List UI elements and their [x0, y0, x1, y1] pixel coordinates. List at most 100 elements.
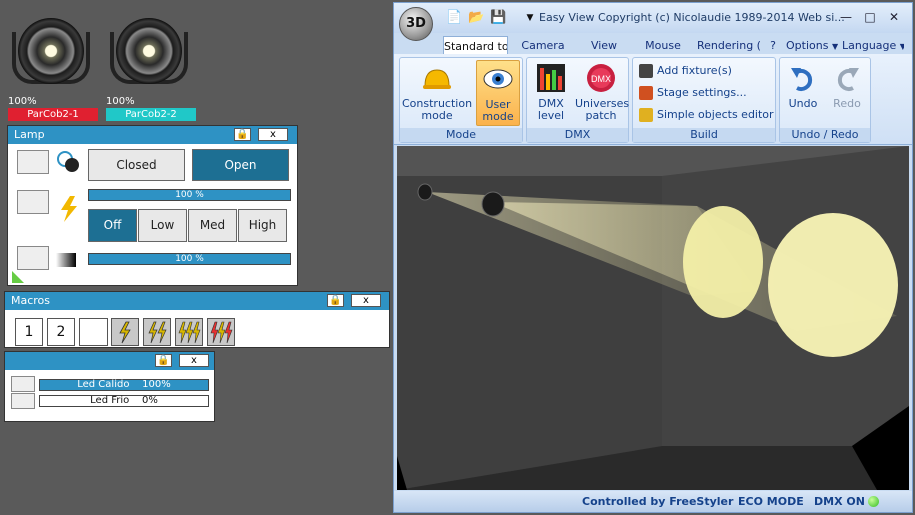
chevron-down-icon: ▼: [899, 42, 904, 51]
lock-icon[interactable]: 🔒: [327, 294, 344, 307]
dimmer-gradient-icon: [56, 253, 76, 267]
macros-panel-titlebar: Macros 🔒 x: [5, 292, 389, 310]
ribbon-tabs: Standard to Camera View Mouse Rendering …: [394, 33, 912, 55]
lightning-red-icon: [210, 321, 233, 344]
level-high-button[interactable]: High: [238, 209, 287, 242]
redo-button[interactable]: Redo: [826, 60, 868, 126]
minimize-icon[interactable]: —: [836, 8, 856, 26]
strobe-select-button[interactable]: [17, 190, 49, 214]
close-button[interactable]: x: [258, 128, 288, 141]
led-panel-titlebar: 🔒 x: [5, 352, 214, 370]
led-frio-label: Led Frio: [90, 395, 130, 406]
tab-standard-tools[interactable]: Standard to: [443, 36, 508, 55]
tab-mouse[interactable]: Mouse: [640, 36, 686, 55]
macro-button-1[interactable]: 1: [15, 318, 43, 346]
undo-button[interactable]: Undo: [782, 60, 824, 126]
ribbon-group-mode: Construction mode User mode Mode: [399, 57, 523, 143]
shutter-icon: [56, 150, 80, 174]
tab-rendering[interactable]: Rendering (: [696, 36, 762, 55]
options-menu[interactable]: Options ▼: [786, 36, 838, 55]
fixture-percent: 100%: [106, 96, 135, 107]
led-frio-bar[interactable]: Led Frio 0%: [39, 395, 209, 407]
easy-view-window: 📄 📂 💾 ▼ Easy View Copyright (c) Nicolaud…: [393, 2, 913, 513]
ribbon-group-undo-redo-caption: Undo / Redo: [780, 128, 870, 142]
user-mode-button[interactable]: User mode: [476, 60, 520, 126]
level-low-button[interactable]: Low: [138, 209, 187, 242]
ribbon-group-mode-caption: Mode: [400, 128, 522, 142]
ribbon-group-undo-redo: Undo Redo Undo / Redo: [779, 57, 871, 143]
macro-strobe-2-button[interactable]: [143, 318, 171, 346]
led-calido-select-button[interactable]: [11, 376, 35, 392]
lock-icon[interactable]: 🔒: [234, 128, 251, 141]
save-icon[interactable]: 💾: [490, 10, 506, 26]
dmx-level-button[interactable]: DMX level: [529, 60, 573, 126]
dimmer-level-bar[interactable]: 100 %: [88, 253, 291, 265]
window-title: Easy View Copyright (c) Nicolaudie 1989-…: [539, 11, 845, 24]
close-button[interactable]: x: [179, 354, 209, 367]
stage-settings-button[interactable]: Stage settings...: [639, 84, 747, 102]
close-window-icon[interactable]: ✕: [884, 8, 904, 26]
tab-view[interactable]: View: [584, 36, 624, 55]
lamp-panel: Lamp 🔒 x Closed Open 100 % Off Low Med H…: [7, 125, 298, 286]
strobe-level-bar[interactable]: 100 %: [88, 189, 291, 201]
restore-icon[interactable]: □: [860, 8, 880, 26]
help-menu[interactable]: ?: [766, 36, 780, 55]
led-frio-text: Led Frio 0%: [40, 396, 208, 406]
strobe-level-text: 100 %: [175, 190, 204, 200]
led-frio-percent: 0%: [141, 395, 158, 406]
fixture-parcob2-2[interactable]: 100% ParCob2-2: [106, 12, 198, 121]
macros-panel-title: Macros: [11, 294, 51, 307]
add-fixtures-button[interactable]: Add fixture(s): [639, 62, 732, 80]
objects-editor-icon: [639, 108, 653, 122]
close-button[interactable]: x: [351, 294, 381, 307]
led-calido-bar[interactable]: Led Calido 100%: [39, 379, 209, 391]
led-calido-text: Led Calido 100%: [40, 380, 208, 390]
chevron-down-icon: ▼: [831, 42, 838, 51]
open-folder-icon[interactable]: 📂: [468, 10, 484, 26]
new-document-icon[interactable]: 📄: [446, 10, 462, 26]
status-bar: Controlled by FreeStyler ECO MODE DMX ON: [394, 491, 912, 512]
user-mode-label: User mode: [482, 98, 514, 123]
macro-button-2[interactable]: 2: [47, 318, 75, 346]
shutter-open-button[interactable]: Open: [192, 149, 289, 181]
dimmer-select-button[interactable]: [17, 246, 49, 270]
led-frio-select-button[interactable]: [11, 393, 35, 409]
add-fixture-icon: [639, 64, 653, 78]
simple-objects-editor-label: Simple objects editor: [657, 108, 774, 121]
construction-mode-button[interactable]: Construction mode: [402, 60, 472, 126]
simple-objects-editor-button[interactable]: Simple objects editor: [639, 106, 774, 124]
lamp-panel-title: Lamp: [14, 128, 45, 141]
redo-label: Redo: [833, 97, 861, 110]
redo-icon: [831, 62, 863, 94]
lightning-double-icon: [148, 321, 167, 344]
tab-camera[interactable]: Camera: [518, 36, 568, 55]
macro-button-blank[interactable]: [79, 318, 108, 346]
universes-patch-label: Universes patch: [575, 97, 630, 122]
fixture-parcob2-1[interactable]: 100% ParCob2-1: [8, 12, 100, 121]
3d-viewport[interactable]: [397, 146, 909, 490]
par-lamp-icon: [110, 12, 188, 90]
lock-icon[interactable]: 🔒: [155, 354, 172, 367]
quick-access-menu-icon[interactable]: ▼: [522, 10, 538, 26]
fixture-percent: 100%: [8, 96, 37, 107]
stage-settings-label: Stage settings...: [657, 86, 747, 99]
dmx-level-icon: [535, 62, 567, 94]
lightning-icon: [119, 321, 131, 344]
fixture-label: ParCob2-2: [106, 108, 196, 121]
shutter-closed-button[interactable]: Closed: [88, 149, 185, 181]
level-off-button[interactable]: Off: [88, 209, 137, 242]
macro-strobe-1-button[interactable]: [111, 318, 139, 346]
options-label: Options: [786, 39, 829, 52]
shutter-select-button[interactable]: [17, 150, 49, 174]
window-titlebar: 📄 📂 💾 ▼ Easy View Copyright (c) Nicolaud…: [394, 3, 912, 33]
language-menu[interactable]: Language ▼: [842, 36, 904, 55]
universes-patch-button[interactable]: DMX Universes patch: [575, 60, 630, 126]
resize-corner-icon[interactable]: [10, 269, 26, 285]
macro-strobe-3-button[interactable]: [175, 318, 203, 346]
macro-strobe-random-button[interactable]: [207, 318, 235, 346]
level-med-button[interactable]: Med: [188, 209, 237, 242]
status-eco-mode: ECO MODE: [738, 495, 804, 508]
lamp-panel-titlebar: Lamp 🔒 x: [8, 126, 297, 144]
dmx-universe-icon: DMX: [585, 62, 617, 94]
fixture-label: ParCob2-1: [8, 108, 98, 121]
